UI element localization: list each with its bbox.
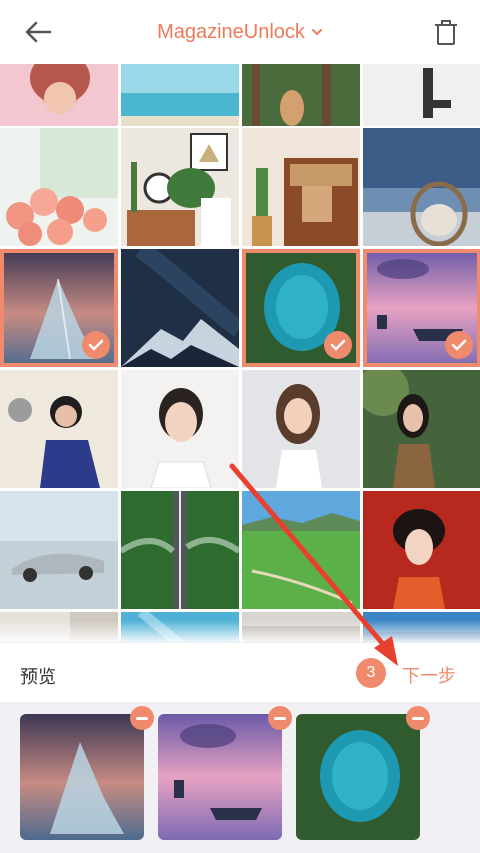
album-selector[interactable]: MagazineUnlock bbox=[157, 21, 323, 44]
selected-tray bbox=[0, 702, 480, 853]
photo-cut-4 bbox=[363, 612, 480, 642]
selected-count-badge: 3 bbox=[356, 658, 386, 688]
photo-tile[interactable] bbox=[121, 128, 239, 246]
photo-tile[interactable] bbox=[242, 612, 360, 642]
selected-thumb[interactable] bbox=[20, 706, 154, 840]
photo-tile[interactable] bbox=[121, 370, 239, 488]
album-title: MagazineUnlock bbox=[157, 20, 305, 43]
photo-concept-car bbox=[0, 491, 118, 609]
back-arrow-icon[interactable] bbox=[24, 20, 52, 44]
photo-tile[interactable] bbox=[363, 491, 480, 609]
photo-tile[interactable] bbox=[242, 128, 360, 246]
photo-tile[interactable] bbox=[242, 64, 360, 126]
photo-forest-legs bbox=[242, 64, 360, 126]
photo-tile-selected[interactable] bbox=[0, 249, 118, 367]
photo-woman-pink bbox=[0, 64, 118, 126]
photo-wood-cabinet bbox=[242, 128, 360, 246]
selected-check-icon bbox=[82, 331, 110, 359]
photo-night-sky-mountain bbox=[121, 249, 239, 367]
preview-label[interactable]: 预览 bbox=[20, 663, 56, 689]
photo-tile[interactable] bbox=[121, 491, 239, 609]
photo-tile[interactable] bbox=[121, 64, 239, 126]
photo-pink-roses bbox=[0, 128, 118, 246]
photo-tile[interactable] bbox=[121, 612, 239, 642]
selected-check-icon bbox=[445, 331, 473, 359]
top-bar: MagazineUnlock bbox=[0, 0, 480, 64]
photo-tile[interactable] bbox=[0, 491, 118, 609]
photo-jumping-silhouette bbox=[363, 64, 480, 126]
photo-tile[interactable] bbox=[242, 370, 360, 488]
photo-tile[interactable] bbox=[242, 491, 360, 609]
chevron-down-icon bbox=[311, 29, 322, 36]
photo-tile[interactable] bbox=[363, 128, 480, 246]
thumb-aerial-lake bbox=[296, 714, 420, 840]
remove-icon[interactable] bbox=[406, 706, 430, 730]
selected-thumb[interactable] bbox=[158, 706, 292, 840]
photo-tile[interactable] bbox=[0, 64, 118, 126]
photo-cut-3 bbox=[242, 612, 360, 642]
photo-tile[interactable] bbox=[121, 249, 239, 367]
photo-cut-2 bbox=[121, 612, 239, 642]
photo-woman-forest bbox=[363, 370, 480, 488]
photo-tile-selected[interactable] bbox=[242, 249, 360, 367]
photo-tile-selected[interactable] bbox=[363, 249, 480, 367]
photo-green-field-lake bbox=[242, 491, 360, 609]
selected-thumb[interactable] bbox=[296, 706, 430, 840]
thumb-ice-crystal bbox=[20, 714, 144, 840]
selected-check-icon bbox=[324, 331, 352, 359]
photo-traditional-costume bbox=[363, 491, 480, 609]
photo-forest-road bbox=[121, 491, 239, 609]
thumb-purple-lake-boat bbox=[158, 714, 282, 840]
photo-woman-white-dress bbox=[121, 370, 239, 488]
remove-icon[interactable] bbox=[130, 706, 154, 730]
photo-tile[interactable] bbox=[0, 128, 118, 246]
next-step-button[interactable]: 下一步 bbox=[402, 662, 456, 688]
photo-grid bbox=[0, 64, 480, 642]
photo-tile[interactable] bbox=[0, 370, 118, 488]
photo-cut-1 bbox=[0, 612, 118, 642]
photo-woman-blue-jacket bbox=[0, 370, 118, 488]
photo-beach-ocean bbox=[121, 64, 239, 126]
trash-icon[interactable] bbox=[434, 18, 458, 46]
photo-egg-chair bbox=[363, 128, 480, 246]
photo-tile[interactable] bbox=[363, 612, 480, 642]
photo-tile[interactable] bbox=[363, 370, 480, 488]
photo-tile[interactable] bbox=[363, 64, 480, 126]
remove-icon[interactable] bbox=[268, 706, 292, 730]
photo-clock-plants bbox=[121, 128, 239, 246]
photo-woman-white-top bbox=[242, 370, 360, 488]
photo-tile[interactable] bbox=[0, 612, 118, 642]
